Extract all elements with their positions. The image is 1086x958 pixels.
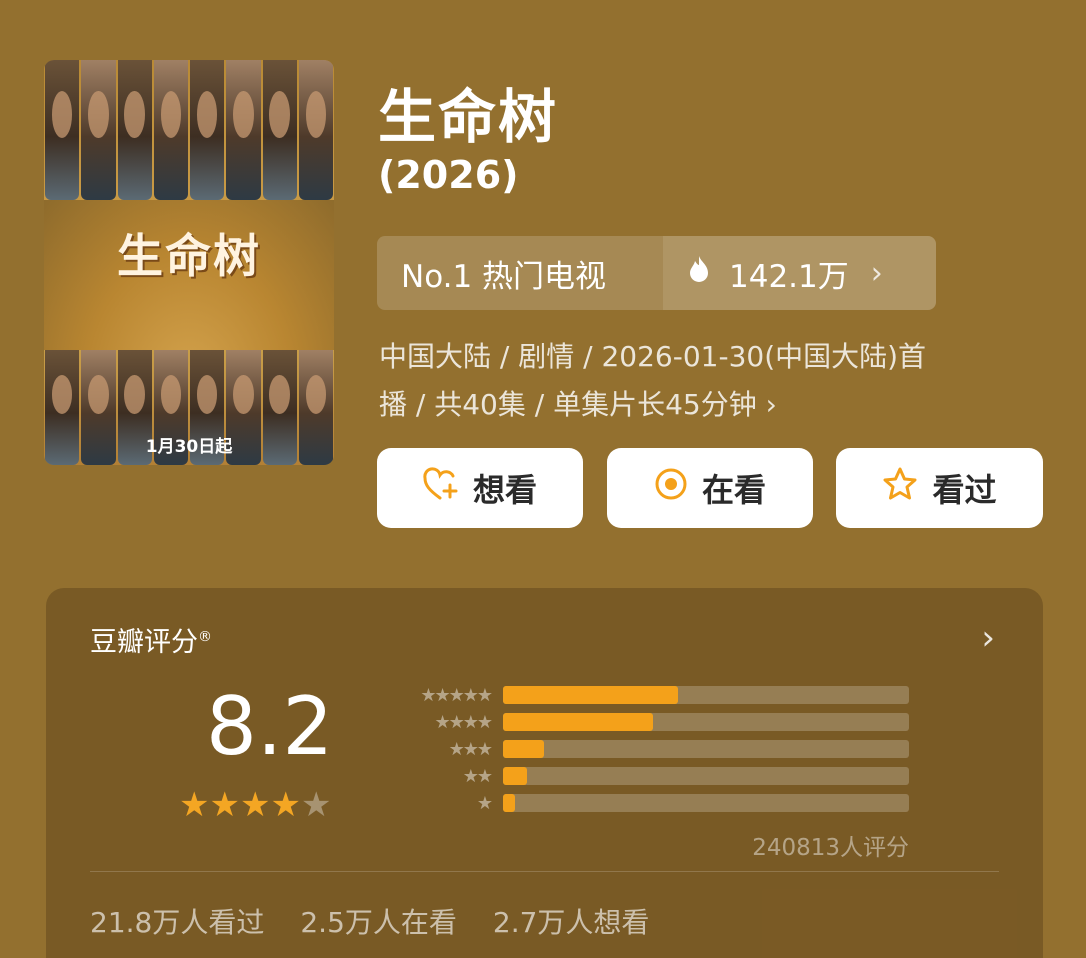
rating-stars: ★ ★ ★ ★ ★: [179, 788, 331, 822]
meta-line: 播 / 共40集 / 单集片长45分钟 ›: [379, 388, 777, 421]
rating-title[interactable]: 豆瓣评分®: [90, 620, 212, 659]
heart-plus-icon: [423, 467, 459, 509]
target-icon: [654, 467, 688, 509]
rating-star-icon: ★: [179, 785, 210, 825]
rank-label: No.1 热门电视: [377, 236, 663, 310]
rating-bar-fill: [503, 686, 678, 704]
page-title: 生命树: [378, 83, 559, 151]
rating-count: 240813人评分: [752, 835, 909, 861]
rating-star-icon: ★: [300, 785, 332, 825]
bar-stars-icon: ★★★: [448, 738, 493, 760]
rating-star-icon: ★: [239, 785, 271, 825]
watched-button[interactable]: 看过: [836, 448, 1043, 528]
rating-bar-track: [503, 686, 909, 704]
flame-icon: [687, 255, 711, 291]
rating-bar-row: ★★★★★: [386, 684, 909, 706]
divider: [90, 871, 999, 872]
watched-label: 看过: [932, 471, 997, 509]
poster-title-art: 生命树: [117, 229, 261, 283]
bar-stars-icon: ★★★★★: [420, 684, 493, 706]
watching-label: 在看: [701, 471, 766, 509]
poster-image[interactable]: 生命树 1月30日起: [44, 60, 334, 465]
chevron-right-icon: ›: [870, 255, 883, 291]
rating-bar-track: [503, 794, 909, 812]
rank-banner[interactable]: No.1 热门电视 142.1万 ›: [377, 236, 936, 310]
want-count[interactable]: 2.7万人想看: [493, 901, 650, 941]
rating-bar-row: ★★: [386, 765, 909, 787]
rating-bar-fill: [503, 767, 528, 785]
poster-cast-top: [44, 60, 334, 200]
rating-bar-fill: [503, 740, 544, 758]
heat-value: 142.1万: [729, 258, 849, 295]
rating-bar-track: [503, 740, 909, 758]
want-to-watch-button[interactable]: 想看: [377, 448, 583, 528]
watching-button[interactable]: 在看: [607, 448, 813, 528]
rating-bar-row: ★: [386, 792, 909, 814]
meta-line: 中国大陆 / 剧情 / 2026-01-30(中国大陆)首: [379, 340, 927, 373]
rating-title-text: 豆瓣评分: [90, 627, 198, 658]
meta-info[interactable]: 中国大陆 / 剧情 / 2026-01-30(中国大陆)首 播 / 共40集 /…: [379, 333, 1019, 429]
rating-bar-track: [503, 767, 909, 785]
rating-score: 8.2: [206, 680, 334, 773]
watching-count[interactable]: 2.5万人在看: [300, 901, 457, 941]
want-label: 想看: [472, 471, 537, 509]
bar-stars-icon: ★★★★: [434, 711, 493, 733]
watched-count[interactable]: 21.8万人看过: [90, 901, 264, 941]
star-icon: [882, 467, 918, 509]
rating-bar-row: ★★★: [386, 738, 909, 760]
rating-bar-fill: [503, 713, 654, 731]
rating-bar-track: [503, 713, 909, 731]
chevron-right-icon[interactable]: ›: [981, 618, 995, 658]
bar-stars-icon: ★★: [462, 765, 493, 787]
rating-star-icon: ★: [209, 785, 240, 825]
rating-star-icon: ★: [270, 785, 301, 825]
audience-stats: 21.8万人看过 2.5万人在看 2.7万人想看: [90, 901, 649, 941]
poster-date: 1月30日起: [145, 437, 233, 457]
bar-stars-icon: ★: [476, 792, 493, 814]
release-year: (2026): [378, 153, 519, 197]
rating-panel: 豆瓣评分® › 8.2 ★ ★ ★ ★ ★ ★★★★★ ★★★★ ★★★ ★★ ★ 240813…: [46, 588, 1043, 958]
rating-bar-row: ★★★★: [386, 711, 909, 733]
rating-bar-fill: [503, 794, 516, 812]
heat-section[interactable]: 142.1万 ›: [663, 236, 936, 310]
